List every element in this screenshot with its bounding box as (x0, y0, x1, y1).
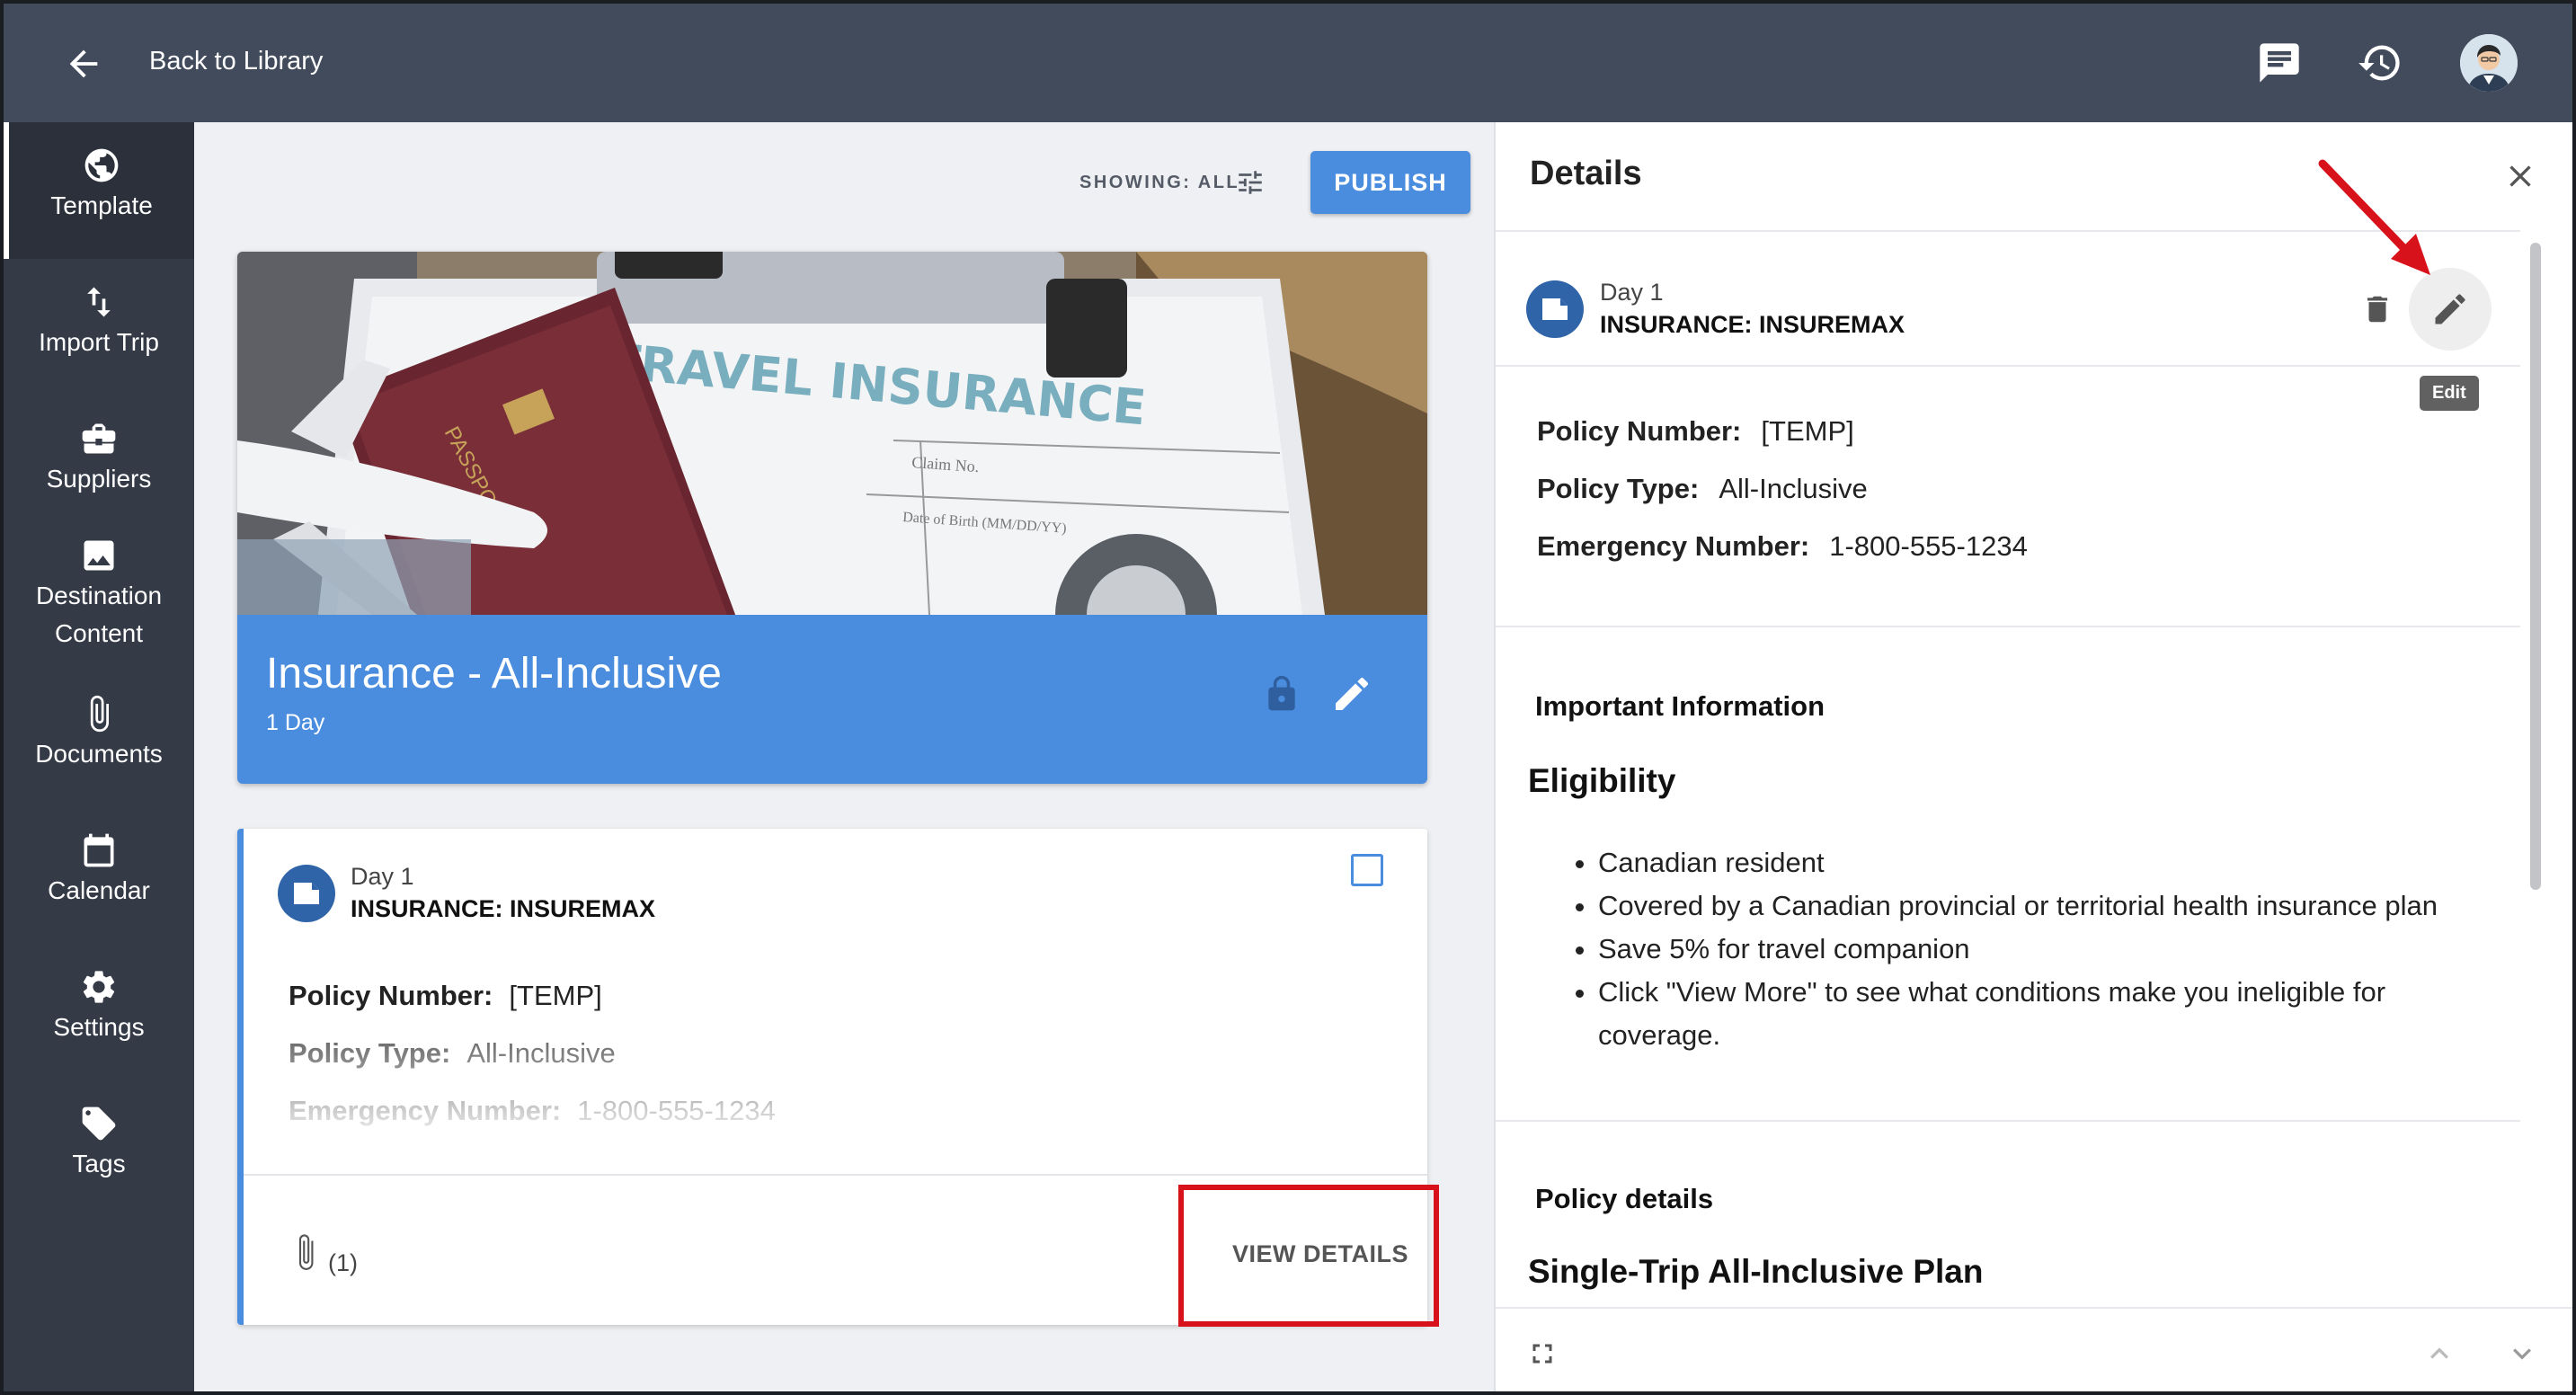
tune-icon[interactable] (1235, 167, 1266, 198)
field-value: All-Inclusive (466, 1037, 616, 1069)
document-icon (278, 865, 335, 922)
sidebar-item-label: Suppliers (46, 465, 152, 493)
edit-pencil-icon[interactable] (1330, 672, 1373, 715)
template-duration: 1 Day (266, 710, 325, 735)
field-value: [TEMP] (1761, 415, 1854, 447)
sidebar-item-label: Tags (72, 1150, 126, 1177)
sidebar-item-import-trip[interactable]: Import Trip (4, 282, 194, 361)
list-item: Click "View More" to see what conditions… (1598, 971, 2500, 1057)
details-title: Details (1530, 155, 1642, 192)
details-field-row: Policy Number: [TEMP] (1537, 415, 1854, 448)
field-label: Policy Number: (289, 980, 493, 1011)
details-field-row: Emergency Number: 1-800-555-1234 (1537, 530, 2028, 563)
field-value: 1-800-555-1234 (1829, 530, 2028, 562)
sidebar-item-tags[interactable]: Tags (4, 1104, 194, 1183)
top-bar: Back to Library (4, 4, 2572, 122)
field-label: Policy Type: (1537, 473, 1700, 504)
sidebar-item-label: Calendar (48, 876, 150, 904)
field-label: Policy Type: (289, 1037, 451, 1069)
chat-icon[interactable] (2256, 40, 2303, 86)
field-label: Policy Number: (1537, 415, 1742, 447)
eligibility-list: Canadian resident Covered by a Canadian … (1566, 841, 2500, 1057)
sidebar-item-label: Settings (53, 1013, 145, 1041)
details-day-label: Day 1 (1600, 279, 1664, 306)
sidebar-item-calendar[interactable]: Calendar (4, 831, 194, 910)
details-footer (1496, 1307, 2572, 1391)
app-window: Back to Library Template Import Trip Sup… (0, 0, 2576, 1395)
template-title: Insurance - All-Inclusive (266, 650, 722, 698)
image-icon (84, 540, 114, 571)
card-divider (244, 1174, 1427, 1176)
card-day-label: Day 1 (351, 863, 414, 890)
card-field-row: Emergency Number: 1-800-555-1234 (289, 1095, 776, 1127)
showing-filter-label[interactable]: SHOWING: ALL (1079, 173, 1239, 193)
plan-heading: Single-Trip All-Inclusive Plan (1528, 1253, 1984, 1290)
sidebar-item-documents[interactable]: Documents (4, 694, 194, 773)
hero-title-band: Insurance - All-Inclusive 1 Day (237, 615, 1427, 784)
card-field-row: Policy Type: All-Inclusive (289, 1037, 616, 1070)
field-value: All-Inclusive (1719, 473, 1868, 504)
edit-pencil-icon (2435, 294, 2465, 324)
template-hero-card: Claim No. Date of Birth (MM/DD/YY) TRAVE… (237, 252, 1427, 784)
list-item: Save 5% for travel companion (1598, 928, 2500, 971)
eligibility-heading: Eligibility (1528, 762, 1676, 799)
attachment-icon[interactable] (290, 1233, 321, 1276)
sidebar-item-template[interactable]: Template (4, 122, 194, 259)
details-item-name: INSURANCE: INSUREMAX (1600, 311, 1905, 338)
sidebar: Template Import Trip Suppliers Destinati… (4, 122, 194, 1391)
field-label: Emergency Number: (1537, 530, 1810, 562)
globe-icon (84, 148, 119, 182)
chevron-down-icon[interactable] (2504, 1336, 2540, 1372)
list-item: Covered by a Canadian provincial or terr… (1598, 884, 2500, 928)
paperclip-icon (90, 695, 109, 733)
field-value: [TEMP] (509, 980, 602, 1011)
sidebar-item-label: Documents (35, 740, 163, 768)
avatar[interactable] (2460, 34, 2518, 92)
document-icon (1526, 280, 1584, 338)
divider (1496, 626, 2520, 627)
sidebar-item-label: Template (50, 191, 153, 219)
highlight-annotation-box (1178, 1185, 1439, 1327)
back-arrow-icon[interactable] (63, 43, 104, 84)
annotation-arrow (2318, 159, 2430, 275)
lock-icon[interactable] (1262, 672, 1301, 715)
attachment-count: (1) (328, 1249, 358, 1276)
sidebar-item-destination-content[interactable]: Destination Content (4, 536, 194, 653)
scrollbar[interactable] (2530, 243, 2541, 890)
divider (1496, 1120, 2520, 1122)
card-field-row: Policy Number: [TEMP] (289, 980, 602, 1012)
sidebar-item-suppliers[interactable]: Suppliers (4, 419, 194, 498)
travel-insurance-image: Claim No. Date of Birth (MM/DD/YY) TRAVE… (237, 252, 1427, 615)
policy-details-heading: Policy details (1535, 1183, 1714, 1214)
field-label: Emergency Number: (289, 1095, 562, 1126)
back-to-library-link[interactable]: Back to Library (149, 47, 323, 76)
sidebar-item-label: Import Trip (39, 328, 159, 356)
card-item-name: INSURANCE: INSUREMAX (351, 895, 656, 922)
sidebar-item-label: Destination Content (35, 582, 163, 647)
tag-icon (82, 1106, 116, 1141)
details-field-row: Policy Type: All-Inclusive (1537, 473, 1868, 505)
history-icon[interactable] (2357, 40, 2403, 86)
important-info-heading: Important Information (1535, 690, 1825, 722)
fullscreen-icon[interactable] (1526, 1337, 1559, 1370)
briefcase-icon (82, 423, 116, 454)
select-checkbox[interactable] (1351, 854, 1383, 886)
publish-button[interactable]: PUBLISH (1310, 151, 1470, 214)
gear-icon (83, 971, 115, 1003)
sidebar-item-settings[interactable]: Settings (4, 967, 194, 1046)
field-value: 1-800-555-1234 (577, 1095, 776, 1126)
list-item: Canadian resident (1598, 841, 2500, 884)
divider (1496, 365, 2520, 367)
details-panel: Details Day 1 INSURANCE: INSUREMAX Edit … (1494, 122, 2572, 1391)
close-icon[interactable] (2502, 158, 2538, 194)
edit-tooltip: Edit (2420, 376, 2479, 411)
import-arrows-icon (87, 287, 111, 317)
calendar-icon (84, 833, 114, 867)
chevron-up-icon[interactable] (2421, 1336, 2457, 1372)
trash-icon[interactable] (2360, 289, 2394, 329)
